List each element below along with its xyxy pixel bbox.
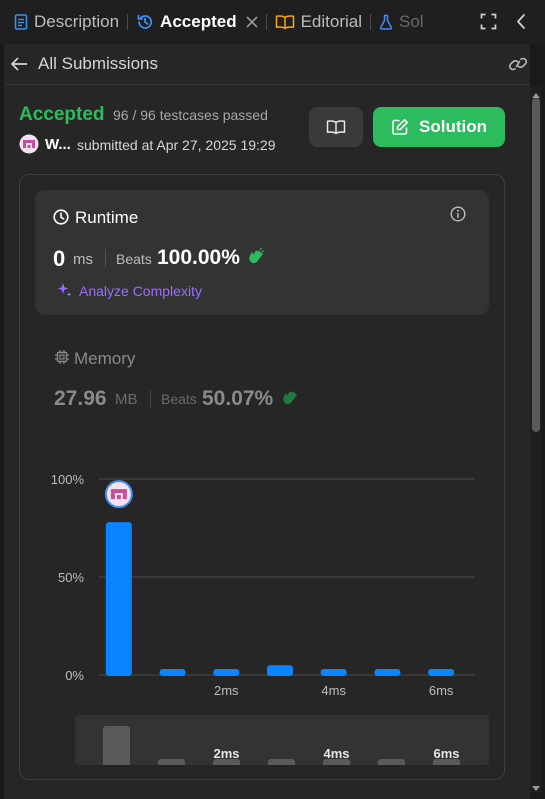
tab-description-label: Description: [34, 12, 120, 31]
tab-solutions-label: Sol: [399, 12, 424, 31]
mini-chart-bar: [103, 726, 130, 765]
scrollbar-thumb[interactable]: [532, 98, 540, 432]
book-icon: [275, 14, 295, 30]
back-arrow-icon[interactable]: [10, 57, 28, 71]
avatar-pixel: [110, 493, 115, 500]
avatar-pixel: [122, 493, 127, 500]
y-tick-label: 0%: [65, 668, 84, 683]
runtime-unit: ms: [73, 251, 93, 268]
runtime-card[interactable]: Runtime 0 ms Beats 100.00% Analyze Compl…: [35, 190, 489, 315]
info-icon[interactable]: [450, 206, 466, 222]
mini-x-tick-label: 4ms: [323, 746, 349, 761]
history-icon: [136, 13, 154, 31]
all-submissions-link[interactable]: All Submissions: [38, 54, 158, 74]
link-icon[interactable]: [508, 55, 528, 73]
edit-icon: [391, 118, 409, 136]
solution-button-label: Solution: [419, 117, 487, 136]
mini-chart-bar: [378, 759, 405, 765]
scrollbar[interactable]: [530, 86, 542, 792]
stat-divider: [105, 249, 106, 267]
chip-icon: [54, 349, 70, 365]
chart-bar: [267, 665, 293, 676]
memory-title: Memory: [74, 349, 136, 368]
mini-x-tick-label: 6ms: [433, 746, 459, 761]
avatar-pixel: [110, 489, 127, 494]
tab-editorial[interactable]: Editorial: [275, 0, 362, 44]
tab-divider: [127, 14, 129, 30]
notes-button[interactable]: [309, 107, 363, 147]
tab-divider: [370, 14, 371, 30]
bar-avatar-marker: [104, 480, 133, 509]
status-accepted: Accepted: [19, 104, 105, 125]
close-icon[interactable]: [246, 16, 258, 28]
runtime-beats-value: 100.00%: [157, 246, 240, 269]
chart-bar: [105, 522, 132, 676]
mini-x-tick-label: 2ms: [213, 746, 239, 761]
y-tick-label: 100%: [51, 472, 85, 487]
clock-icon: [53, 209, 69, 225]
avatar-pixel: [116, 495, 121, 500]
runtime-value: 0: [53, 246, 66, 271]
runtime-beats-label: Beats: [116, 251, 152, 267]
document-icon: [14, 14, 28, 30]
stat-divider: [150, 390, 151, 408]
tab-accepted-label: Accepted: [160, 12, 237, 31]
flask-icon: [379, 14, 393, 30]
runtime-distribution-chart: 100% 50% 0% 2ms 4ms 6ms: [51, 472, 475, 698]
chart-bar: [374, 669, 401, 676]
x-tick-label: 2ms: [214, 683, 239, 698]
avatar[interactable]: [19, 134, 39, 159]
submitted-text: submitted at Apr 27, 2025 19:29: [77, 137, 276, 153]
memory-value: 27.96: [54, 387, 107, 410]
analyze-complexity-link[interactable]: Analyze Complexity: [79, 283, 202, 299]
mini-chart[interactable]: 2ms 4ms 6ms: [75, 715, 489, 765]
chart-bar: [159, 669, 186, 676]
solution-button[interactable]: Solution: [373, 107, 505, 147]
clap-icon: [247, 248, 265, 266]
memory-unit: MB: [115, 391, 138, 408]
clap-icon: [281, 389, 299, 407]
chart-bar: [213, 669, 240, 676]
submissions-header: All Submissions: [4, 44, 530, 85]
username[interactable]: W...: [45, 136, 71, 153]
runtime-title: Runtime: [75, 208, 139, 227]
collapse-chevron-icon[interactable]: [515, 13, 527, 35]
mini-chart-bar: [268, 759, 295, 765]
x-tick-label: 4ms: [321, 683, 346, 698]
tab-accepted[interactable]: Accepted: [136, 0, 258, 44]
fullscreen-icon[interactable]: [480, 13, 497, 35]
stats-container: Runtime 0 ms Beats 100.00% Analyze Compl…: [19, 174, 505, 780]
tab-divider: [265, 14, 267, 30]
tab-bar: Description Accepted Editorial Sol: [0, 0, 545, 44]
memory-beats-label: Beats: [161, 391, 197, 407]
x-tick-label: 6ms: [429, 683, 454, 698]
tab-description[interactable]: Description: [14, 0, 119, 44]
mini-chart-bar: [158, 759, 185, 765]
chart-bar: [320, 669, 347, 676]
sparkle-icon: [55, 281, 73, 299]
submission-panel: All Submissions Accepted 96 / 96 testcas…: [4, 44, 530, 799]
testcases-text: 96 / 96 testcases passed: [113, 107, 268, 123]
open-book-icon: [326, 119, 346, 135]
memory-beats-value: 50.07%: [202, 387, 274, 410]
tab-solutions[interactable]: Sol: [379, 0, 425, 44]
tab-editorial-label: Editorial: [300, 12, 362, 31]
scroll-down-icon[interactable]: [531, 780, 541, 798]
chart-bar: [428, 669, 455, 676]
y-tick-label: 50%: [58, 570, 84, 585]
